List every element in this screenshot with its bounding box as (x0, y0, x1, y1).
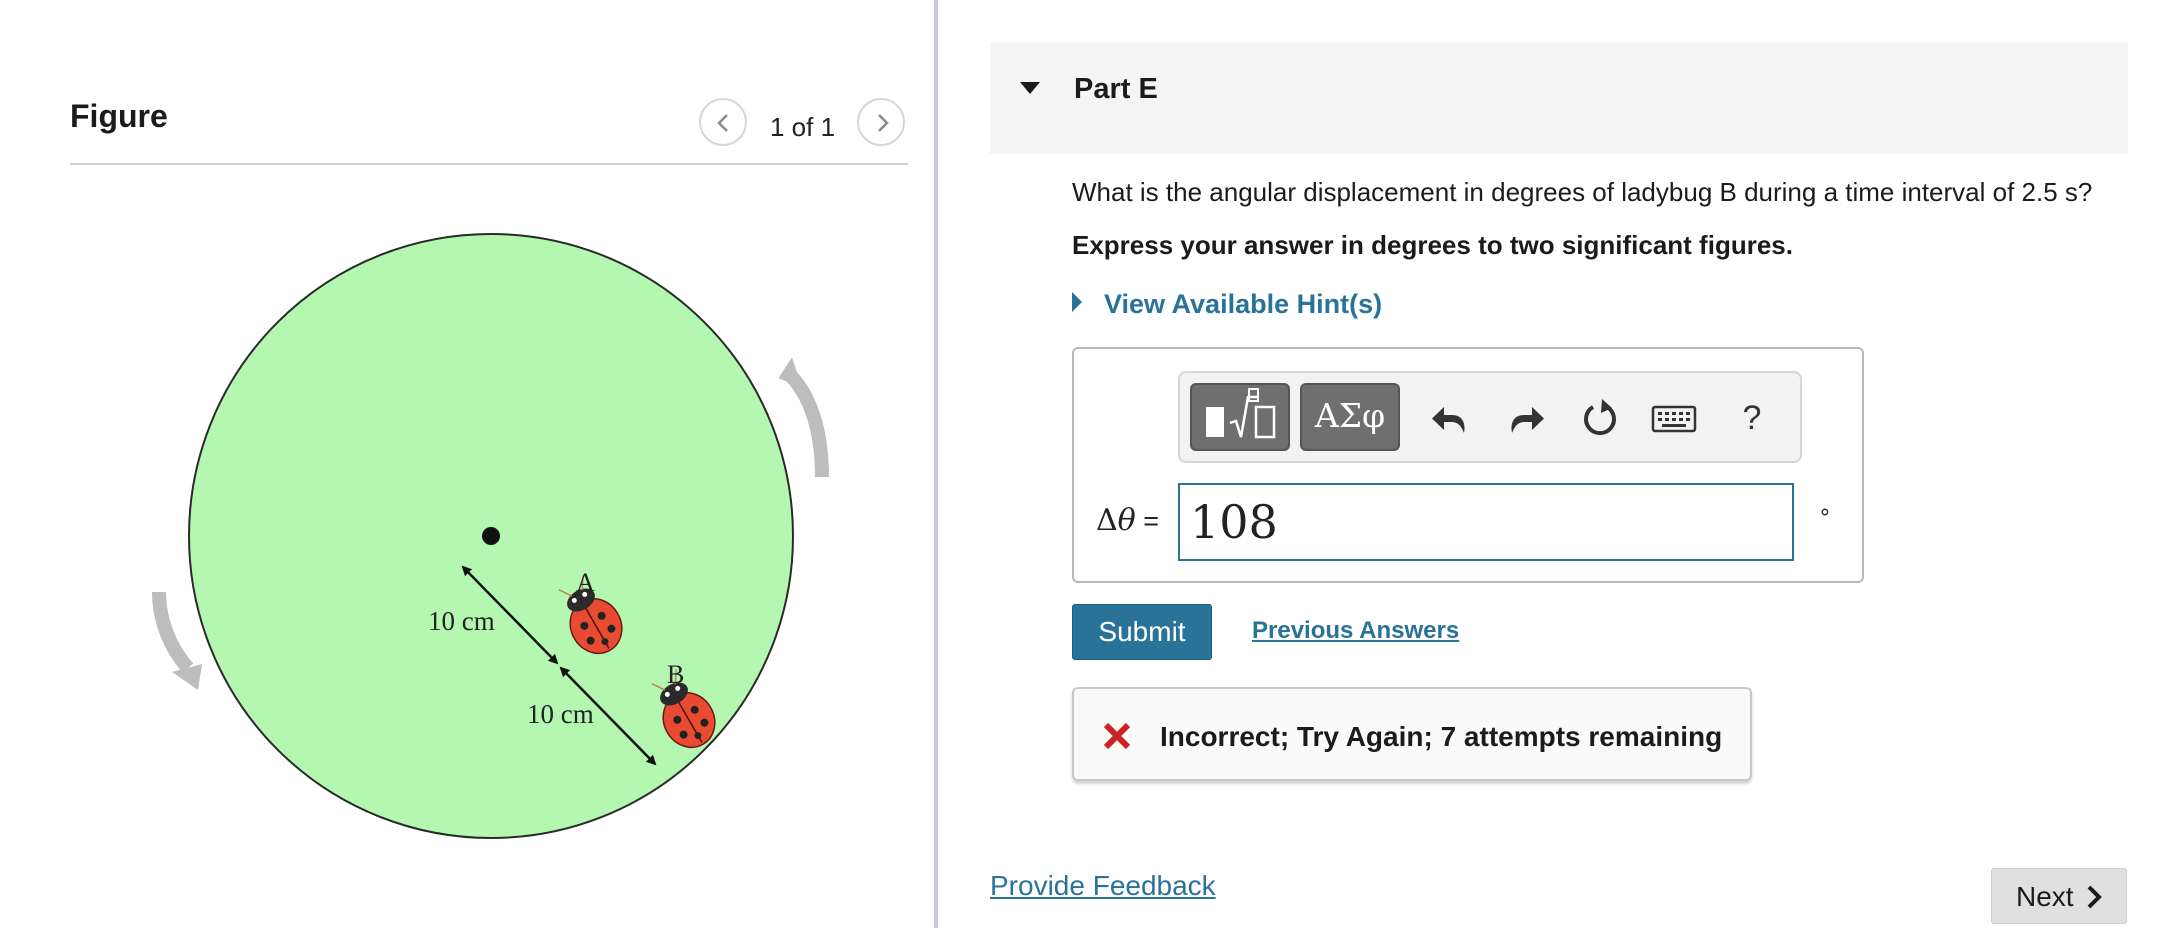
label-distance-ab: 10 cm (428, 606, 495, 636)
chevron-right-icon (2087, 885, 2102, 909)
label-bug-a: A (576, 568, 595, 597)
delta-symbol: Δ (1096, 503, 1118, 538)
keyboard-icon (1651, 405, 1697, 433)
keyboard-button[interactable] (1650, 395, 1698, 443)
answer-input[interactable] (1178, 483, 1794, 561)
provide-feedback-link[interactable]: Provide Feedback (990, 870, 1216, 902)
submit-button[interactable]: Submit (1072, 604, 1212, 660)
symbols-label: ΑΣφ (1314, 396, 1386, 435)
chevron-right-icon (878, 114, 889, 132)
next-button[interactable]: Next (1991, 868, 2127, 924)
degree-unit: ∘ (1818, 499, 1832, 524)
next-figure-button[interactable] (857, 98, 905, 146)
theta-symbol: θ (1117, 503, 1136, 538)
answer-instruction: Express your answer in degrees to two si… (1072, 230, 1793, 260)
part-title: Part E (1074, 73, 1158, 105)
undo-button[interactable] (1426, 395, 1474, 443)
label-distance-bc: 10 cm (527, 699, 594, 729)
panel-divider (934, 0, 938, 928)
figure-title: Figure (70, 98, 168, 134)
math-toolbar: ΑΣφ ? (1178, 371, 1802, 463)
previous-answers-link[interactable]: Previous Answers (1252, 617, 1459, 645)
undo-icon (1432, 407, 1465, 433)
disk-center-dot (482, 527, 500, 545)
incorrect-x-icon (1103, 722, 1131, 750)
figure-pager: 1 of 1 (770, 112, 836, 142)
chevron-left-icon (717, 114, 728, 132)
templates-button[interactable] (1190, 383, 1290, 451)
ladybug-turntable-figure: A B 10 cm 10 cm (152, 233, 829, 839)
redo-button[interactable] (1502, 395, 1550, 443)
feedback-box: Incorrect; Try Again; 7 attempts remaini… (1072, 687, 1752, 781)
rotation-arrow-icon (152, 591, 202, 690)
help-button[interactable]: ? (1728, 395, 1776, 443)
reset-button[interactable] (1576, 395, 1624, 443)
templates-icon (1206, 388, 1276, 439)
previous-figure-button[interactable] (699, 98, 747, 146)
equals-sign: = (1135, 506, 1160, 536)
label-bug-b: B (667, 660, 684, 689)
feedback-status: Incorrect; Try Again; 7 attempts remaini… (1160, 721, 1723, 752)
question-text: What is the angular displacement in degr… (1072, 177, 2093, 207)
caret-down-icon (1020, 82, 1040, 94)
redo-icon (1511, 407, 1544, 433)
answer-label: Δθ = (1096, 503, 1159, 538)
part-header[interactable]: Part E (990, 42, 2128, 154)
answer-box: ΑΣφ ? Δθ = 108 ∘ (1072, 347, 1864, 583)
reset-icon (1584, 399, 1616, 436)
figure-panel: Figure 1 of 1 A B 10 cm 10 cm (0, 0, 936, 942)
help-icon: ? (1742, 399, 1762, 437)
caret-right-icon (1072, 292, 1082, 312)
symbols-button[interactable]: ΑΣφ (1300, 383, 1400, 451)
view-hints-link[interactable]: View Available Hint(s) (1104, 289, 1382, 320)
figure-divider (70, 163, 908, 165)
next-label: Next (2016, 881, 2074, 912)
